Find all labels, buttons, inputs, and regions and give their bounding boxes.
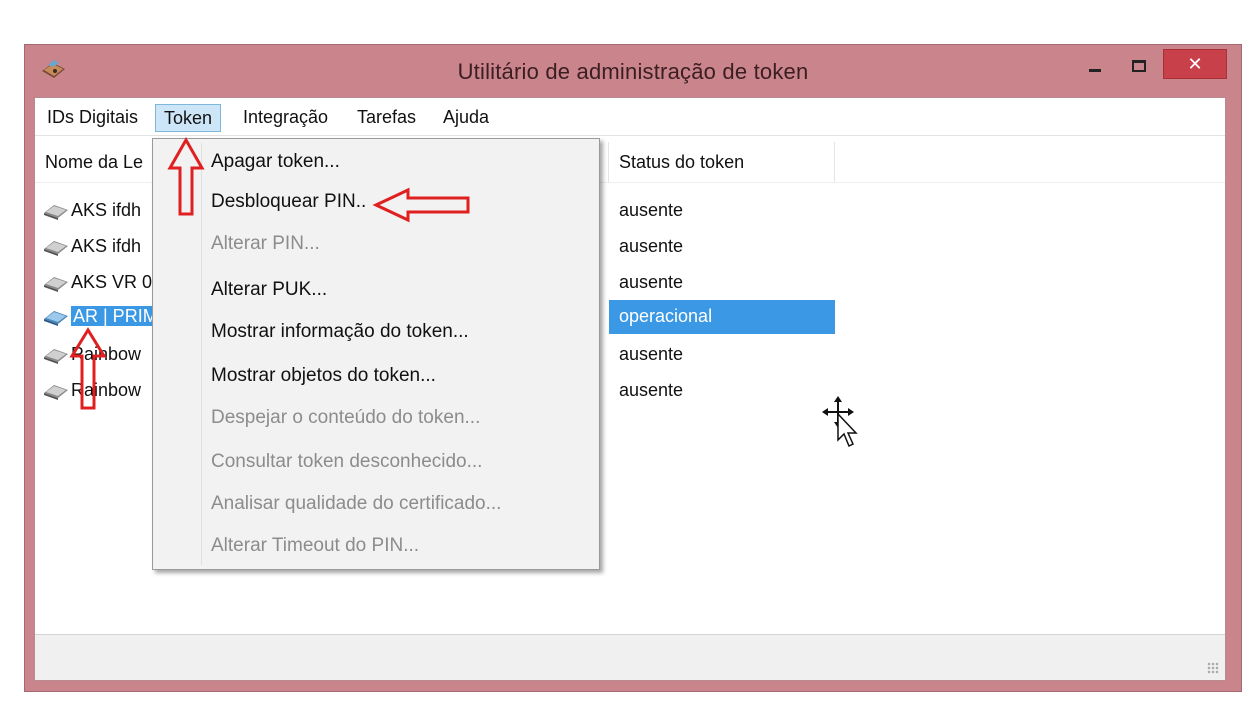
row-name: AR | PRIM xyxy=(71,306,160,326)
status-bar xyxy=(35,634,1225,680)
minimize-icon xyxy=(1089,68,1101,72)
row-name: Rainbow xyxy=(71,344,142,364)
menu-item-alterar-timeout[interactable]: Alterar Timeout do PIN... xyxy=(211,531,419,561)
resize-grip-icon[interactable] xyxy=(1207,662,1219,674)
maximize-button[interactable] xyxy=(1119,51,1159,81)
menu-integracao[interactable]: Integração xyxy=(235,104,336,132)
smartcard-reader-icon xyxy=(44,311,68,327)
smartcard-reader-icon xyxy=(44,349,68,365)
menu-item-alterar-puk[interactable]: Alterar PUK... xyxy=(211,275,327,305)
row-status: ausente xyxy=(619,380,684,400)
close-button[interactable]: ✕ xyxy=(1163,49,1227,79)
menu-token[interactable]: Token xyxy=(155,104,222,132)
title-bar[interactable]: Utilitário de administração de token ✕ xyxy=(25,45,1241,97)
menu-ajuda[interactable]: Ajuda xyxy=(435,104,497,132)
menu-tarefas[interactable]: Tarefas xyxy=(349,104,424,132)
row-status: ausente xyxy=(619,344,684,364)
menu-item-desbloquear-pin[interactable]: Desbloquear PIN.. xyxy=(211,187,366,217)
row-name: AKS VR 0 xyxy=(71,272,153,292)
maximize-icon xyxy=(1132,60,1146,72)
menu-item-consultar-token[interactable]: Consultar token desconhecido... xyxy=(211,447,482,477)
smartcard-reader-icon xyxy=(44,277,68,293)
menu-bar: IDs Digitais Token Integração Tarefas Aj… xyxy=(35,98,1225,136)
menu-gutter xyxy=(201,143,202,565)
smartcard-reader-icon xyxy=(44,385,68,401)
menu-item-analisar-qualidade[interactable]: Analisar qualidade do certificado... xyxy=(211,489,501,519)
row-status: ausente xyxy=(619,272,684,292)
row-status: operacional xyxy=(619,306,713,326)
column-header-status[interactable]: Status do token xyxy=(609,142,835,182)
row-name: Rainbow xyxy=(71,380,142,400)
row-name: AKS ifdh xyxy=(71,236,142,256)
row-status: ausente xyxy=(619,200,684,220)
smartcard-reader-icon xyxy=(44,205,68,221)
close-icon: ✕ xyxy=(1187,53,1203,74)
menu-item-mostrar-informacao[interactable]: Mostrar informação do token... xyxy=(211,317,469,347)
window-title: Utilitário de administração de token xyxy=(457,59,809,84)
menu-item-alterar-pin[interactable]: Alterar PIN... xyxy=(211,229,320,259)
menu-item-apagar-token[interactable]: Apagar token... xyxy=(211,147,340,177)
row-status: ausente xyxy=(619,236,684,256)
menu-item-mostrar-objetos[interactable]: Mostrar objetos do token... xyxy=(211,361,436,391)
menu-ids-digitais[interactable]: IDs Digitais xyxy=(39,104,146,132)
token-menu-dropdown: Apagar token... Desbloquear PIN.. Altera… xyxy=(152,138,600,570)
smartcard-reader-icon xyxy=(44,241,68,257)
row-name: AKS ifdh xyxy=(71,200,142,220)
minimize-button[interactable] xyxy=(1075,51,1115,81)
menu-item-despejar-conteudo[interactable]: Despejar o conteúdo do token... xyxy=(211,403,480,433)
